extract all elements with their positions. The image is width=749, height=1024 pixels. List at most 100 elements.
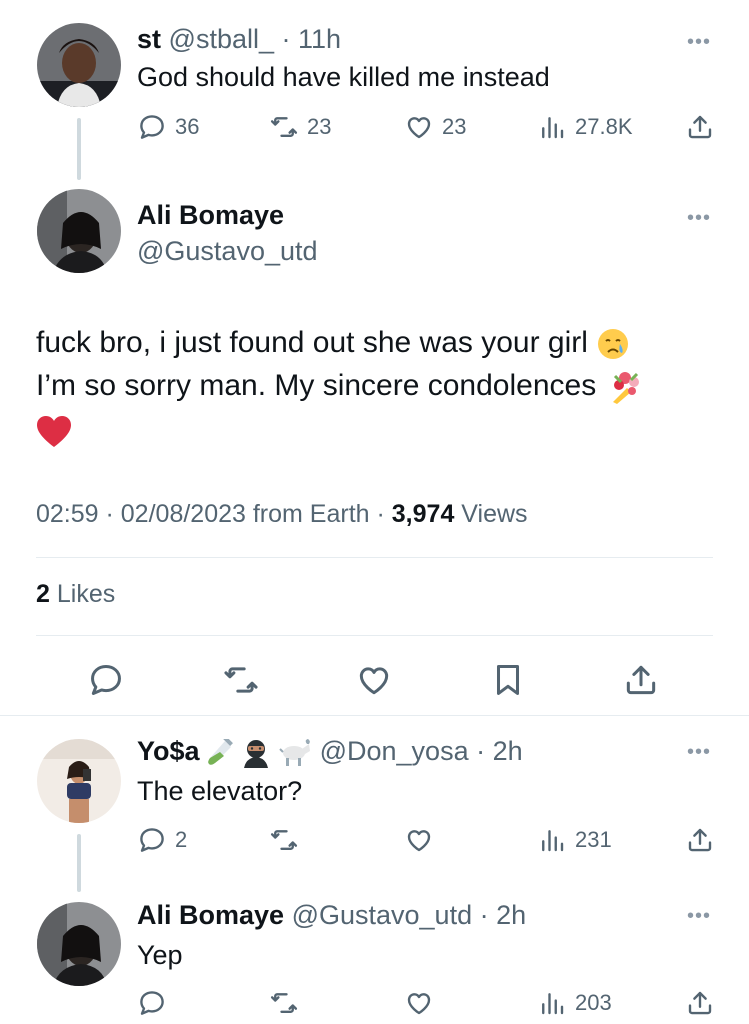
views-total: 3,974 <box>391 500 455 528</box>
likes-summary[interactable]: 2 Likes <box>36 580 115 609</box>
timestamp[interactable]: 11h <box>298 24 341 54</box>
avatar-image <box>37 902 121 986</box>
display-name[interactable]: Ali Bomaye <box>137 200 284 230</box>
avatar-image <box>37 23 121 107</box>
views-count: 27.8K <box>575 114 633 139</box>
reply-text: The elevator? <box>137 776 303 806</box>
reply-button[interactable] <box>137 983 167 1023</box>
retweet-icon <box>269 825 299 855</box>
share-icon <box>622 661 660 699</box>
reply-icon <box>137 112 167 142</box>
thread-line <box>77 834 81 892</box>
main-tweet-line-3 <box>36 409 72 452</box>
main-tweet-actions <box>36 652 713 708</box>
like-button[interactable] <box>404 983 434 1023</box>
share-icon <box>685 112 715 142</box>
main-author-name: Ali Bomaye <box>137 198 284 232</box>
retweet-button[interactable] <box>213 652 269 708</box>
share-button[interactable] <box>685 107 715 147</box>
timestamp[interactable]: 2h <box>496 900 526 930</box>
handle[interactable]: @Gustavo_utd <box>292 900 473 930</box>
reply-count: 36 <box>175 114 200 139</box>
heart-icon <box>404 988 434 1018</box>
more-options-icon[interactable]: ••• <box>687 906 711 926</box>
views-count: 203 <box>575 990 612 1015</box>
views-icon <box>537 825 567 855</box>
reply-button[interactable]: 36 <box>137 107 199 147</box>
main-tweet-line-2: I’m so sorry man. My sincere condolences <box>36 364 643 407</box>
retweet-icon <box>269 988 299 1018</box>
red-heart-icon <box>37 416 71 448</box>
avatar-ali-bomaye[interactable] <box>37 902 121 986</box>
reply2-actions: 203 <box>137 983 715 1023</box>
heart-icon <box>355 661 393 699</box>
views-button[interactable]: 231 <box>537 820 612 860</box>
likes-total: 2 <box>36 580 50 608</box>
tweet-date[interactable]: 02/08/2023 <box>121 500 246 528</box>
tweet1-header: st @stball_ · 11h <box>137 22 341 56</box>
thread-line <box>77 118 81 180</box>
divider <box>36 635 713 636</box>
retweet-count: 23 <box>307 114 332 139</box>
main-tweet-text: I’m so sorry man. My sincere condolences <box>36 369 597 402</box>
divider <box>36 557 713 558</box>
bookmark-button[interactable] <box>480 652 536 708</box>
reply-button[interactable] <box>78 652 134 708</box>
display-name[interactable]: st <box>137 24 161 54</box>
tweet-time[interactable]: 02:59 <box>36 500 99 528</box>
views-count: 231 <box>575 827 612 852</box>
reply-icon <box>87 661 125 699</box>
views-button[interactable]: 27.8K <box>537 107 633 147</box>
crying-face-icon <box>598 329 629 360</box>
more-options-icon[interactable]: ••• <box>687 32 711 52</box>
views-label: Views <box>461 500 528 528</box>
like-button[interactable] <box>346 652 402 708</box>
retweet-button[interactable] <box>269 820 299 860</box>
separator: · <box>274 24 298 54</box>
timestamp[interactable]: 2h <box>493 736 523 766</box>
like-button[interactable] <box>404 820 434 860</box>
like-button[interactable]: 23 <box>404 107 466 147</box>
retweet-button[interactable] <box>269 983 299 1023</box>
reply-button[interactable]: 2 <box>137 820 187 860</box>
separator: · <box>468 736 493 766</box>
display-name[interactable]: Ali Bomaye <box>137 900 284 930</box>
avatar-yosa[interactable] <box>37 739 121 823</box>
separator: · <box>98 500 121 528</box>
tweet-metadata: 02:59 · 02/08/2023 from Earth · 3,974 Vi… <box>36 500 528 529</box>
like-count: 23 <box>442 114 467 139</box>
tweet-text: God should have killed me instead <box>137 62 550 92</box>
separator: · <box>369 500 392 528</box>
avatar-st[interactable] <box>37 23 121 107</box>
bouquet-icon <box>612 372 639 405</box>
share-icon <box>685 988 715 1018</box>
more-options-icon[interactable]: ••• <box>687 208 711 228</box>
share-button[interactable] <box>613 652 669 708</box>
share-button[interactable] <box>685 820 715 860</box>
retweet-icon <box>269 112 299 142</box>
handle[interactable]: @Gustavo_utd <box>137 234 318 268</box>
views-icon <box>537 112 567 142</box>
divider <box>0 715 749 716</box>
display-name[interactable]: Yo$a <box>137 736 200 766</box>
avatar-ali-bomaye[interactable] <box>37 189 121 273</box>
likes-label: Likes <box>56 580 116 608</box>
share-button[interactable] <box>685 983 715 1023</box>
views-icon <box>537 988 567 1018</box>
ninja-icon <box>243 739 268 768</box>
tweet1-actions: 36 23 23 27.8K <box>137 107 715 147</box>
goat-icon <box>279 738 311 766</box>
heart-icon <box>404 825 434 855</box>
main-tweet-text: fuck bro, i just found out she was your … <box>36 326 588 359</box>
handle[interactable]: @Don_yosa <box>320 736 469 766</box>
views-button[interactable]: 203 <box>537 983 612 1023</box>
retweet-button[interactable]: 23 <box>269 107 331 147</box>
more-options-icon[interactable]: ••• <box>687 742 711 762</box>
separator: · <box>472 900 497 930</box>
main-tweet-line-1: fuck bro, i just found out she was your … <box>36 321 630 364</box>
handle[interactable]: @stball_ <box>169 24 274 54</box>
retweet-icon <box>222 661 260 699</box>
reply1-actions: 2 231 <box>137 820 715 860</box>
test-tube-icon <box>208 738 233 765</box>
reply-icon <box>137 988 167 1018</box>
